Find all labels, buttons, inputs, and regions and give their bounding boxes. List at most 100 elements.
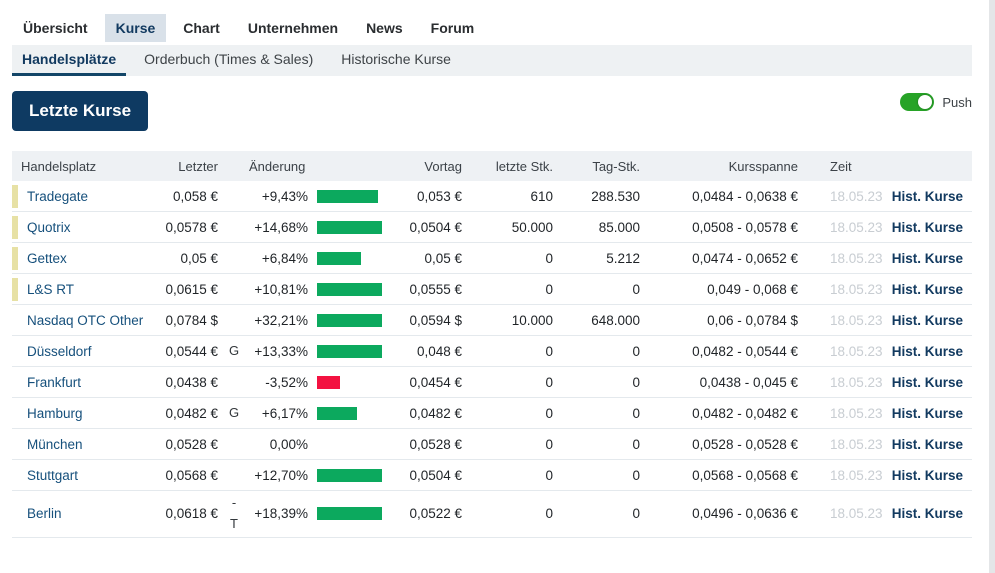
hist-kurse-link[interactable]: Hist. Kurse bbox=[892, 251, 963, 266]
change-bar-cell bbox=[310, 252, 392, 265]
hist-kurse-link[interactable]: Hist. Kurse bbox=[892, 506, 963, 521]
last-price: 0,0482 € bbox=[162, 406, 220, 421]
venue-cell: Hamburg bbox=[12, 398, 162, 428]
prev-close: 0,0482 € bbox=[392, 406, 464, 421]
col-header-aenderung: Änderung bbox=[248, 159, 392, 174]
price-range: 0,049 - 0,068 € bbox=[642, 282, 800, 297]
hist-kurse-link[interactable]: Hist. Kurse bbox=[892, 375, 963, 390]
quote-date: 18.05.23 bbox=[800, 189, 884, 204]
prev-close: 0,053 € bbox=[392, 189, 464, 204]
prev-close: 0,0504 € bbox=[392, 468, 464, 483]
push-control: Push bbox=[900, 93, 972, 111]
nav-item-news[interactable]: News bbox=[355, 14, 414, 42]
quote-date: 18.05.23 bbox=[800, 375, 884, 390]
push-label: Push bbox=[942, 95, 972, 110]
venue-link[interactable]: München bbox=[18, 437, 83, 452]
change-percent: +9,43% bbox=[248, 189, 310, 204]
venue-link[interactable]: Frankfurt bbox=[18, 375, 81, 390]
page-title: Letzte Kurse bbox=[12, 91, 148, 131]
venue-link[interactable]: Tradegate bbox=[18, 189, 88, 204]
quotes-table: Handelsplatz Letzter Änderung Vortag let… bbox=[12, 151, 972, 538]
scrollbar[interactable] bbox=[989, 0, 995, 573]
table-row: Quotrix 0,0578 € +14,68% 0,0504 € 50.000… bbox=[12, 212, 972, 243]
last-volume: 0 bbox=[464, 437, 555, 452]
subnav-item-handelsplaetze[interactable]: Handelsplätze bbox=[12, 45, 126, 76]
change-bar bbox=[317, 469, 382, 482]
price-suffix bbox=[220, 287, 248, 291]
subnav-item-historische-kurse[interactable]: Historische Kurse bbox=[331, 45, 461, 76]
prev-close: 0,0555 € bbox=[392, 282, 464, 297]
price-suffix bbox=[220, 318, 248, 322]
last-price: 0,0528 € bbox=[162, 437, 220, 452]
venue-link[interactable]: L&S RT bbox=[18, 282, 74, 297]
hist-cell: Hist. Kurse bbox=[884, 251, 972, 266]
last-volume: 10.000 bbox=[464, 313, 555, 328]
table-row: L&S RT 0,0615 € +10,81% 0,0555 € 0 0 0,0… bbox=[12, 274, 972, 305]
hist-kurse-link[interactable]: Hist. Kurse bbox=[892, 468, 963, 483]
hist-kurse-link[interactable]: Hist. Kurse bbox=[892, 189, 963, 204]
hist-kurse-link[interactable]: Hist. Kurse bbox=[892, 220, 963, 235]
hist-cell: Hist. Kurse bbox=[884, 406, 972, 421]
venue-cell: Berlin bbox=[12, 491, 162, 537]
price-range: 0,06 - 0,0784 $ bbox=[642, 313, 800, 328]
nav-item-kurse[interactable]: Kurse bbox=[105, 14, 167, 42]
hist-kurse-link[interactable]: Hist. Kurse bbox=[892, 313, 963, 328]
day-volume: 288.530 bbox=[555, 189, 642, 204]
venue-cell: Nasdaq OTC Other bbox=[12, 305, 162, 335]
table-row: München 0,0528 € 0,00% 0,0528 € 0 0 0,05… bbox=[12, 429, 972, 460]
price-suffix bbox=[220, 225, 248, 229]
prev-close: 0,0454 € bbox=[392, 375, 464, 390]
venue-link[interactable]: Quotrix bbox=[18, 220, 71, 235]
venue-link[interactable]: Gettex bbox=[18, 251, 67, 266]
last-price: 0,0578 € bbox=[162, 220, 220, 235]
hist-kurse-link[interactable]: Hist. Kurse bbox=[892, 282, 963, 297]
change-percent: +10,81% bbox=[248, 282, 310, 297]
change-bar bbox=[317, 252, 361, 265]
quote-date: 18.05.23 bbox=[800, 506, 884, 521]
hist-cell: Hist. Kurse bbox=[884, 282, 972, 297]
nav-item-unternehmen[interactable]: Unternehmen bbox=[237, 14, 349, 42]
price-suffix bbox=[220, 473, 248, 477]
last-price: 0,058 € bbox=[162, 189, 220, 204]
change-percent: +6,17% bbox=[248, 406, 310, 421]
push-toggle-knob bbox=[918, 95, 932, 109]
venue-cell: Quotrix bbox=[12, 212, 162, 242]
nav-item-uebersicht[interactable]: Übersicht bbox=[12, 14, 99, 42]
change-bar bbox=[317, 283, 382, 296]
price-suffix: - T bbox=[220, 491, 248, 537]
venue-cell: Frankfurt bbox=[12, 367, 162, 397]
venue-cell: München bbox=[12, 429, 162, 459]
change-bar bbox=[317, 314, 382, 327]
hist-kurse-link[interactable]: Hist. Kurse bbox=[892, 406, 963, 421]
hist-kurse-link[interactable]: Hist. Kurse bbox=[892, 344, 963, 359]
venue-link[interactable]: Düsseldorf bbox=[18, 344, 92, 359]
change-bar bbox=[317, 190, 378, 203]
venue-link[interactable]: Berlin bbox=[18, 506, 62, 521]
change-bar-cell bbox=[310, 507, 392, 520]
subnav-item-orderbuch[interactable]: Orderbuch (Times & Sales) bbox=[134, 45, 323, 76]
table-row: Tradegate 0,058 € +9,43% 0,053 € 610 288… bbox=[12, 181, 972, 212]
change-bar-cell bbox=[310, 283, 392, 296]
price-range: 0,0438 - 0,045 € bbox=[642, 375, 800, 390]
venue-link[interactable]: Nasdaq OTC Other bbox=[18, 313, 143, 328]
push-toggle[interactable] bbox=[900, 93, 934, 111]
col-header-handelsplatz: Handelsplatz bbox=[12, 159, 162, 174]
nav-item-forum[interactable]: Forum bbox=[420, 14, 486, 42]
change-percent: +12,70% bbox=[248, 468, 310, 483]
venue-link[interactable]: Hamburg bbox=[18, 406, 83, 421]
venue-link[interactable]: Stuttgart bbox=[18, 468, 78, 483]
prev-close: 0,0528 € bbox=[392, 437, 464, 452]
quote-date: 18.05.23 bbox=[800, 468, 884, 483]
last-price: 0,05 € bbox=[162, 251, 220, 266]
prev-close: 0,0594 $ bbox=[392, 313, 464, 328]
day-volume: 85.000 bbox=[555, 220, 642, 235]
day-volume: 0 bbox=[555, 344, 642, 359]
change-bar bbox=[317, 376, 340, 389]
table-header: Handelsplatz Letzter Änderung Vortag let… bbox=[12, 151, 972, 181]
change-bar bbox=[317, 407, 357, 420]
price-range: 0,0484 - 0,0638 € bbox=[642, 189, 800, 204]
day-volume: 0 bbox=[555, 437, 642, 452]
hist-kurse-link[interactable]: Hist. Kurse bbox=[892, 437, 963, 452]
nav-item-chart[interactable]: Chart bbox=[172, 14, 231, 42]
change-bar-cell bbox=[310, 407, 392, 420]
